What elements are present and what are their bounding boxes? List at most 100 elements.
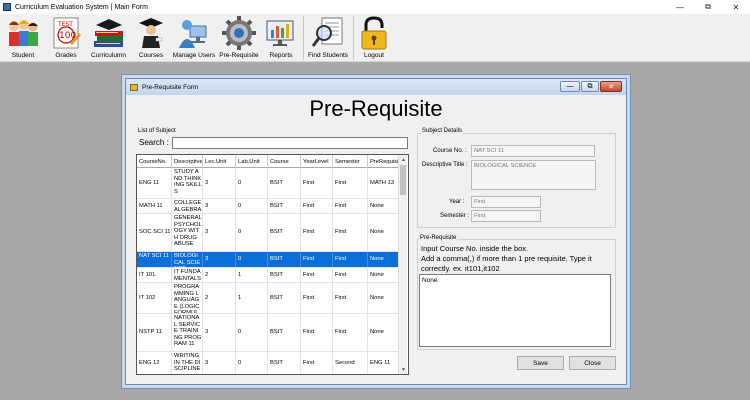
column-header-courseno[interactable]: CourseNo. bbox=[137, 155, 172, 168]
column-header-prerequisite[interactable]: PreRequisi bbox=[368, 155, 400, 168]
toolbar-courses-button[interactable]: Courses bbox=[131, 14, 171, 62]
books-icon bbox=[92, 16, 126, 50]
cell-yearlevel: First bbox=[301, 314, 333, 351]
toolbar-label: Manage Users bbox=[172, 52, 216, 59]
cell-course: BSIT bbox=[268, 199, 301, 213]
toolbar-find-students-button[interactable]: Find Students bbox=[305, 14, 351, 62]
grades-icon: TEST 100 bbox=[49, 16, 83, 50]
cell-courseno: SOC SCI 11 bbox=[137, 214, 172, 251]
toolbar-label: Curriculumn bbox=[90, 52, 127, 59]
reports-icon bbox=[264, 16, 298, 50]
form-title-bar: Pre-Requisite Form — ⧉ ✕ bbox=[126, 79, 626, 95]
cell-courseno: IT 102 bbox=[137, 283, 172, 313]
course-no-field[interactable]: NAT SCI 11 bbox=[471, 145, 595, 157]
cell-yearlevel: First bbox=[301, 352, 333, 374]
student-icon bbox=[6, 16, 40, 50]
cell-semester: First bbox=[333, 283, 368, 313]
semester-field[interactable]: First bbox=[471, 210, 541, 222]
cell-yearlevel: First bbox=[301, 283, 333, 313]
table-row[interactable]: MATH 11 COLLEGE ALGEBRA 3 0 BSIT First F… bbox=[137, 199, 400, 214]
table-row[interactable]: IT 101 IT FUNDAMENTALS 2 1 BSIT First Fi… bbox=[137, 268, 400, 283]
toolbar-student-button[interactable]: Student bbox=[2, 14, 44, 62]
cell-prerequisite: None bbox=[368, 314, 400, 351]
cell-descriptive: COLLEGE ALGEBRA bbox=[174, 199, 203, 213]
cell-courseno: ENG 11 bbox=[137, 168, 172, 198]
descriptive-title-label: Descriptive Title : bbox=[422, 162, 468, 168]
cell-semester: First bbox=[333, 168, 368, 198]
instruction-text-3: correctly. ex. it101,it102 bbox=[421, 264, 500, 273]
toolbar-reports-button[interactable]: Reports bbox=[262, 14, 300, 62]
toolbar-separator bbox=[353, 16, 354, 60]
close-button[interactable]: Close bbox=[569, 356, 616, 370]
toolbar-label: Logout bbox=[364, 52, 384, 59]
subject-grid[interactable]: CourseNo. Descriptive Lec.Unit Lab.Unit … bbox=[136, 154, 409, 375]
year-field[interactable]: First bbox=[471, 196, 541, 208]
cell-descriptive: IT FUNDAMENTALS bbox=[172, 268, 203, 282]
pre-requisite-input[interactable]: None bbox=[419, 274, 611, 347]
table-row[interactable]: ENG 11 STUDY AND THINKING SKILLS 3 0 BSI… bbox=[137, 168, 400, 199]
column-header-lec-unit[interactable]: Lec.Unit bbox=[203, 155, 236, 168]
column-header-lab-unit[interactable]: Lab.Unit bbox=[236, 155, 268, 168]
column-header-yearlevel[interactable]: YearLevel bbox=[301, 155, 333, 168]
cell-course: BSIT bbox=[268, 168, 301, 198]
table-row[interactable]: IT 102 PROGRAMMING LANGUAGE (LOGIC FORMU… bbox=[137, 283, 400, 314]
cell-courseno: ENG 12 bbox=[137, 352, 172, 374]
descriptive-title-field[interactable]: BIOLOGICAL SCIENCE bbox=[471, 160, 596, 190]
cell-lec-unit: 3 bbox=[203, 314, 236, 351]
toolbar-label: Reports bbox=[269, 52, 293, 59]
cell-descriptive: BIOLOGICAL SCIENCE bbox=[172, 252, 203, 267]
close-window-button[interactable]: ✕ bbox=[722, 0, 750, 14]
cell-yearlevel: First bbox=[301, 268, 333, 282]
cell-prerequisite: None bbox=[368, 283, 400, 313]
scroll-down-icon[interactable]: ▼ bbox=[399, 365, 408, 374]
search-input[interactable] bbox=[172, 137, 408, 149]
cell-prerequisite: MATH 13 bbox=[368, 168, 400, 198]
scroll-up-icon[interactable]: ▲ bbox=[399, 155, 408, 164]
save-button[interactable]: Save bbox=[517, 356, 564, 370]
cell-course: BSIT bbox=[268, 268, 301, 282]
grid-vertical-scrollbar[interactable]: ▲ ▼ bbox=[398, 155, 407, 374]
page-title: Pre-Requisite bbox=[309, 96, 443, 121]
list-of-subject-label: List of Subject bbox=[138, 128, 176, 134]
form-close-button[interactable]: ✕ bbox=[600, 81, 622, 92]
search-label: Search : bbox=[139, 138, 169, 147]
subject-details-label: Subject Details bbox=[421, 128, 464, 134]
table-row[interactable]: SOC SCI 11 GENERAL PSYCHOLOGY WITH DRUG … bbox=[137, 214, 400, 252]
form-title: Pre-Requisite Form bbox=[142, 83, 199, 91]
toolbar-separator bbox=[303, 16, 304, 60]
toolbar-pre-requisite-button[interactable]: Pre-Requisite bbox=[217, 14, 261, 62]
toolbar-manage-users-button[interactable]: Manage Users bbox=[172, 14, 216, 62]
table-row[interactable]: NSTP 11 NATIONAL SERVICE TRAINING PROGRA… bbox=[137, 314, 400, 352]
cell-prerequisite: None bbox=[368, 214, 400, 251]
cell-semester: First bbox=[333, 214, 368, 251]
cell-yearlevel: First bbox=[301, 199, 333, 213]
cell-descriptive: WRITING IN THE DISCIPLINE bbox=[172, 352, 203, 374]
cell-course: BSIT bbox=[268, 283, 301, 313]
table-row-selected[interactable]: NAT SCI 11 BIOLOGICAL SCIENCE 3 0 BSIT F… bbox=[137, 252, 400, 268]
cell-lec-unit: 2 bbox=[203, 283, 236, 313]
cell-lec-unit: 3 bbox=[203, 199, 236, 213]
column-header-semester[interactable]: Semester bbox=[333, 155, 368, 168]
scrollbar-thumb[interactable] bbox=[400, 165, 406, 195]
minimize-button[interactable]: — bbox=[666, 0, 694, 14]
cell-prerequisite: None bbox=[368, 252, 400, 267]
cell-courseno: NSTP 11 bbox=[137, 314, 172, 351]
cell-courseno: IT 101 bbox=[137, 268, 172, 282]
cell-yearlevel: First bbox=[301, 252, 333, 267]
cell-lab-unit: 0 bbox=[236, 199, 268, 213]
form-minimize-button[interactable]: — bbox=[560, 81, 580, 92]
table-row[interactable]: ENG 12 WRITING IN THE DISCIPLINE 3 0 BSI… bbox=[137, 352, 400, 374]
semester-label: Semester : bbox=[440, 213, 470, 219]
toolbar-grades-button[interactable]: TEST 100 Grades bbox=[46, 14, 86, 62]
cell-descriptive: NATIONAL SERVICE TRAINING PROGRAM 11 bbox=[172, 314, 203, 351]
form-maximize-button[interactable]: ⧉ bbox=[581, 81, 599, 92]
cell-lec-unit: 3 bbox=[203, 168, 236, 198]
column-header-descriptive[interactable]: Descriptive bbox=[172, 155, 203, 168]
column-header-course[interactable]: Course bbox=[268, 155, 301, 168]
cell-lab-unit: 0 bbox=[236, 352, 268, 374]
toolbar-curriculumn-button[interactable]: Curriculumn bbox=[87, 14, 130, 62]
toolbar-label: Grades bbox=[55, 52, 77, 59]
maximize-button[interactable]: ⧉ bbox=[694, 0, 722, 14]
cell-course: BSIT bbox=[268, 252, 301, 267]
toolbar-logout-button[interactable]: Logout bbox=[355, 14, 393, 62]
